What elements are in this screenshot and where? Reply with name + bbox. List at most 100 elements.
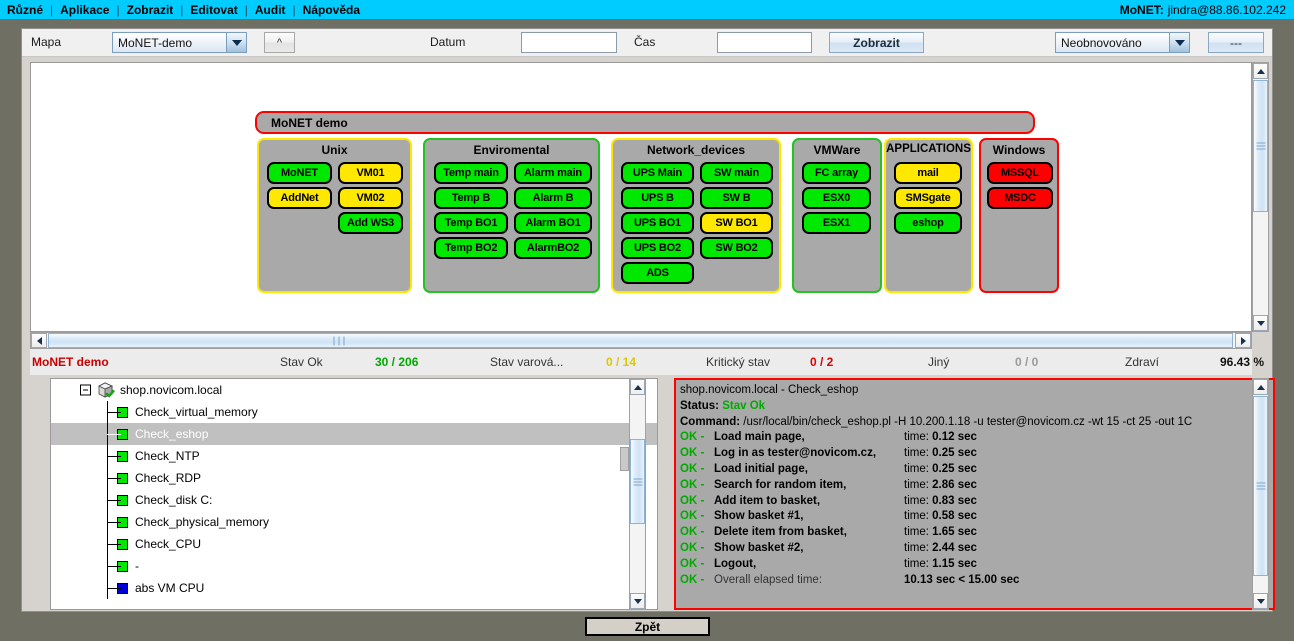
scroll-grip-icon — [1256, 141, 1265, 152]
map-group-windows[interactable]: Windows MSSQL MSDC — [979, 138, 1059, 293]
back-button-label: Zpět — [635, 620, 660, 634]
map-horizontal-scrollbar[interactable] — [30, 332, 1252, 349]
map-node-sw-bo2[interactable]: SW BO2 — [700, 237, 773, 259]
detail-vertical-scroll-thumb[interactable] — [1253, 396, 1268, 576]
map-node-mssql[interactable]: MSSQL — [987, 162, 1053, 184]
date-input[interactable] — [521, 32, 617, 53]
tree-expander-cell[interactable] — [77, 379, 97, 401]
map-group-title: Network_devices — [613, 143, 779, 157]
navigate-up-button[interactable]: ^ — [264, 32, 295, 53]
back-button[interactable]: Zpět — [585, 617, 710, 636]
map-node-sw-main[interactable]: SW main — [700, 162, 773, 184]
map-node-temp-b[interactable]: Temp B — [434, 187, 508, 209]
map-root-node-label: MoNET demo — [271, 116, 348, 130]
map-node-smsgate[interactable]: SMSgate — [894, 187, 962, 209]
scroll-down-icon[interactable] — [1253, 315, 1268, 331]
scroll-up-icon[interactable] — [1253, 379, 1268, 395]
split-pane-divider[interactable] — [620, 447, 629, 471]
menu-item-zobrazit[interactable]: Zobrazit — [120, 3, 181, 17]
scroll-down-icon[interactable] — [630, 593, 645, 609]
tree-vertical-scrollbar[interactable] — [629, 378, 646, 610]
refresh-select[interactable]: Neobnovováno — [1055, 32, 1190, 53]
menu-item-ruzne[interactable]: Různé — [0, 3, 50, 17]
map-node-eshop[interactable]: eshop — [894, 212, 962, 234]
map-group-network-devices[interactable]: Network_devices UPS Main UPS B UPS BO1 U… — [611, 138, 781, 293]
scroll-grip-icon — [1256, 481, 1265, 492]
scroll-up-icon[interactable] — [1253, 63, 1268, 79]
map-node-add-ws3[interactable]: Add WS3 — [338, 212, 403, 234]
map-node-sw-b[interactable]: SW B — [700, 187, 773, 209]
tree-row-check-ntp[interactable]: Check_NTP — [51, 445, 657, 467]
map-node-ups-bo2[interactable]: UPS BO2 — [621, 237, 694, 259]
map-node-temp-bo2[interactable]: Temp BO2 — [434, 237, 508, 259]
map-group-title: Windows — [981, 143, 1057, 157]
map-group-unix[interactable]: Unix MoNET AddNet VM01 VM02 Add WS3 — [257, 138, 412, 293]
map-node-mail[interactable]: mail — [894, 162, 962, 184]
map-node-alarm-b[interactable]: Alarm B — [514, 187, 592, 209]
map-node-sw-bo1[interactable]: SW BO1 — [700, 212, 773, 234]
menu-item-audit[interactable]: Audit — [248, 3, 293, 17]
tree-row-dash[interactable]: - — [51, 555, 657, 577]
map-node-ups-bo1[interactable]: UPS BO1 — [621, 212, 694, 234]
detail-header: shop.novicom.local - Check_eshop — [680, 383, 1269, 399]
menu-item-editovat[interactable]: Editovat — [183, 3, 244, 17]
map-group-enviromental[interactable]: Enviromental Temp main Temp B Temp BO1 T… — [423, 138, 600, 293]
map-node-esx0[interactable]: ESX0 — [802, 187, 871, 209]
time-input[interactable] — [717, 32, 812, 53]
map-node-alarm-main[interactable]: Alarm main — [514, 162, 592, 184]
detail-step-time-value: 0.12 sec — [932, 431, 977, 443]
menu-item-aplikace[interactable]: Aplikace — [53, 3, 116, 17]
scroll-right-icon[interactable] — [1235, 333, 1251, 348]
map-node-temp-bo1[interactable]: Temp BO1 — [434, 212, 508, 234]
map-node-esx1[interactable]: ESX1 — [802, 212, 871, 234]
service-detail-panel[interactable]: shop.novicom.local - Check_eshop Status:… — [674, 378, 1275, 610]
chevron-down-icon[interactable] — [1169, 33, 1189, 52]
tree-connector — [97, 445, 117, 467]
collapse-icon[interactable] — [80, 385, 91, 396]
tree-row-check-cpu[interactable]: Check_CPU — [51, 533, 657, 555]
tree-item-label: Check_NTP — [135, 449, 200, 463]
more-options-button[interactable]: --- — [1208, 32, 1264, 53]
tree-row-virtual-memory[interactable]: Check_virtual_memory — [51, 401, 657, 423]
map-node-monet[interactable]: MoNET — [267, 162, 332, 184]
map-node-vm01[interactable]: VM01 — [338, 162, 403, 184]
tree-row-check-physical-memory[interactable]: Check_physical_memory — [51, 511, 657, 533]
tree-row-check-rdp[interactable]: Check_RDP — [51, 467, 657, 489]
map-node-msdc[interactable]: MSDC — [987, 187, 1053, 209]
tree-row-root[interactable]: shop.novicom.local — [51, 379, 657, 401]
menu-item-napoveda[interactable]: Nápověda — [296, 3, 367, 17]
map-node-ads[interactable]: ADS — [621, 262, 694, 284]
map-node-addnet[interactable]: AddNet — [267, 187, 332, 209]
map-node-ups-main[interactable]: UPS Main — [621, 162, 694, 184]
map-viewport[interactable]: MoNET demo Unix MoNET AddNet VM01 VM02 A… — [30, 62, 1252, 332]
map-select-value: MoNET-demo — [113, 36, 226, 50]
map-select[interactable]: MoNET-demo — [112, 32, 247, 53]
map-root-node[interactable]: MoNET demo — [255, 111, 1035, 134]
service-tree-panel[interactable]: shop.novicom.local Check_virtual_memory … — [50, 378, 658, 610]
tree-connector — [97, 489, 117, 511]
scroll-left-icon[interactable] — [31, 333, 47, 348]
tree-row-check-disk-c[interactable]: Check_disk C: — [51, 489, 657, 511]
show-button[interactable]: Zobrazit — [829, 32, 924, 53]
map-horizontal-scroll-thumb[interactable] — [48, 333, 1233, 348]
map-node-vm02[interactable]: VM02 — [338, 187, 403, 209]
map-group-applications[interactable]: APPLICATIONS mail SMSgate eshop — [884, 138, 973, 293]
scroll-down-icon[interactable] — [1253, 593, 1268, 609]
map-vertical-scroll-thumb[interactable] — [1253, 80, 1268, 212]
detail-step-time-value: 2.86 sec — [932, 479, 977, 491]
map-node-fc-array[interactable]: FC array — [802, 162, 871, 184]
chevron-down-icon[interactable] — [226, 33, 246, 52]
tree-row-abs-vm-cpu[interactable]: abs VM CPU — [51, 577, 657, 599]
map-group-vmware[interactable]: VMWare FC array ESX0 ESX1 — [792, 138, 882, 293]
scroll-up-icon[interactable] — [630, 379, 645, 395]
tree-vertical-scroll-thumb[interactable] — [630, 439, 645, 524]
tree-row-check-eshop[interactable]: Check_eshop — [51, 423, 657, 445]
map-node-alarm-bo2[interactable]: AlarmBO2 — [514, 237, 592, 259]
session-app-label: MoNET: — [1120, 3, 1164, 17]
map-node-temp-main[interactable]: Temp main — [434, 162, 508, 184]
detail-vertical-scrollbar[interactable] — [1252, 378, 1269, 610]
map-vertical-scrollbar[interactable] — [1252, 62, 1269, 332]
map-node-alarm-bo1[interactable]: Alarm BO1 — [514, 212, 592, 234]
detail-step-time-value: 0.83 sec — [932, 495, 977, 507]
map-node-ups-b[interactable]: UPS B — [621, 187, 694, 209]
